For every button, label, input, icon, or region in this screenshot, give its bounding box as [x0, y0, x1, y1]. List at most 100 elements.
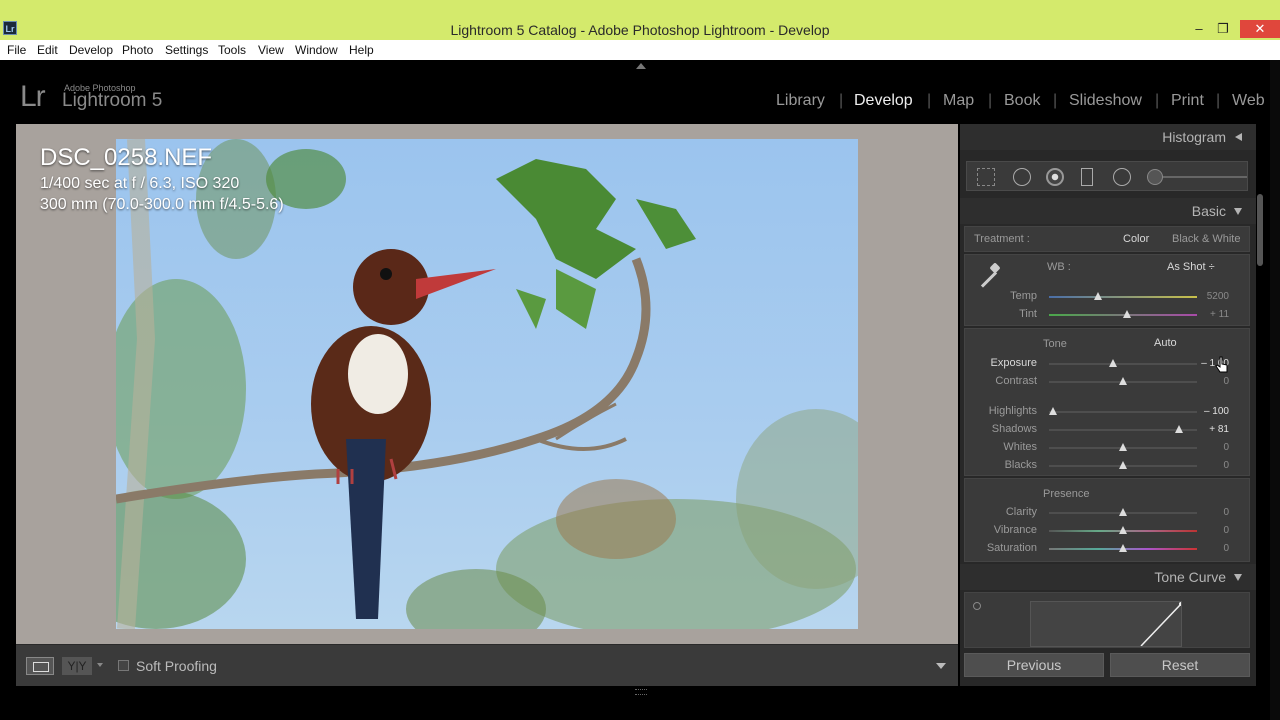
adjustment-brush-icon[interactable] [1147, 169, 1247, 185]
treatment-bw-button[interactable]: Black & White [1172, 233, 1240, 245]
treatment-color-button[interactable]: Color [1123, 233, 1149, 245]
menu-settings[interactable]: Settings [165, 43, 208, 57]
targeted-adjustment-icon[interactable] [973, 602, 981, 610]
presence-label: Presence [1043, 488, 1090, 500]
module-web[interactable]: Web [1232, 92, 1265, 110]
whites-slider-thumb[interactable] [1119, 443, 1127, 451]
whites-slider[interactable] [1049, 443, 1197, 451]
tone-curve-line [1140, 602, 1183, 647]
clarity-slider-thumb[interactable] [1119, 508, 1127, 516]
menu-photo[interactable]: Photo [122, 43, 153, 57]
highlights-slider[interactable] [1049, 407, 1197, 415]
soft-proofing-checkbox[interactable] [118, 660, 129, 671]
tint-value[interactable]: + 11 [1179, 309, 1229, 320]
module-print[interactable]: Print [1171, 92, 1204, 110]
panel-scrollbar[interactable] [1257, 194, 1263, 266]
reset-button[interactable]: Reset [1110, 653, 1250, 677]
tint-label: Tint [1019, 308, 1037, 320]
graduated-filter-icon[interactable] [1081, 168, 1093, 186]
basic-collapse-icon[interactable] [1234, 208, 1242, 215]
temp-slider-thumb[interactable] [1093, 292, 1102, 300]
restore-button[interactable]: ❐ [1206, 20, 1240, 38]
tint-slider[interactable] [1049, 310, 1197, 318]
window-titlebar: Lr Lightroom 5 Catalog - Adobe Photoshop… [0, 0, 1280, 40]
menu-edit[interactable]: Edit [37, 43, 58, 57]
vibrance-value[interactable]: 0 [1179, 525, 1229, 536]
before-after-dropdown-icon[interactable] [97, 663, 103, 667]
module-separator: | [927, 92, 932, 109]
module-map[interactable]: Map [943, 92, 974, 110]
highlights-label: Highlights [988, 405, 1037, 417]
close-button[interactable]: ✕ [1240, 20, 1280, 38]
module-slideshow[interactable]: Slideshow [1069, 92, 1142, 110]
highlights-value[interactable]: – 100 [1179, 406, 1229, 417]
photo-lens-info: 300 mm (70.0-300.0 mm f/4.5-5.6) [40, 196, 284, 213]
radial-filter-icon[interactable] [1113, 168, 1131, 186]
exposure-slider-thumb[interactable] [1108, 359, 1117, 367]
auto-tone-button[interactable]: Auto [1154, 337, 1177, 349]
contrast-slider-thumb[interactable] [1119, 377, 1127, 385]
basic-header[interactable]: Basic [960, 198, 1256, 224]
tone-section: Tone Auto Exposure – 1.00 Contrast 0 Hig… [964, 328, 1250, 476]
menu-view[interactable]: View [258, 43, 284, 57]
tint-slider-thumb[interactable] [1123, 310, 1132, 318]
menu-help[interactable]: Help [349, 43, 374, 57]
wb-preset-dropdown[interactable]: As Shot ÷ [1167, 261, 1215, 273]
shadows-slider[interactable] [1049, 425, 1197, 433]
spot-removal-icon[interactable] [1013, 168, 1031, 186]
tone-curve-header[interactable]: Tone Curve [960, 564, 1256, 590]
saturation-slider-thumb[interactable] [1119, 544, 1127, 552]
menu-file[interactable]: File [7, 43, 26, 57]
tool-strip [966, 161, 1248, 191]
module-book[interactable]: Book [1004, 92, 1040, 110]
vibrance-slider[interactable] [1049, 526, 1197, 534]
collapse-top-panel-icon[interactable] [636, 63, 646, 69]
temp-value[interactable]: 5200 [1179, 291, 1229, 302]
temp-label: Temp [1010, 290, 1037, 302]
clarity-slider[interactable] [1049, 508, 1197, 516]
clarity-value[interactable]: 0 [1179, 507, 1229, 518]
contrast-value[interactable]: 0 [1179, 376, 1229, 387]
saturation-slider[interactable] [1049, 544, 1197, 552]
bottom-toolbar: Y|Y Soft Proofing [16, 644, 958, 686]
tone-curve-graph[interactable] [1030, 601, 1183, 647]
blacks-slider-thumb[interactable] [1119, 461, 1127, 469]
exposure-slider[interactable] [1049, 359, 1197, 367]
previous-button[interactable]: Previous [964, 653, 1104, 677]
wb-eyedropper-icon[interactable] [975, 260, 1003, 288]
basic-title: Basic [1191, 203, 1226, 219]
logo-product: Lightroom 5 [62, 90, 163, 111]
toolbar-menu-icon[interactable] [936, 663, 946, 669]
before-after-button[interactable]: Y|Y [62, 657, 92, 675]
filmstrip-toggle-icon[interactable] [635, 689, 647, 695]
shadows-value[interactable]: + 81 [1179, 424, 1229, 435]
tone-curve-collapse-icon[interactable] [1234, 574, 1242, 581]
blacks-value[interactable]: 0 [1179, 460, 1229, 471]
histogram-collapse-icon[interactable] [1235, 133, 1242, 141]
temp-slider[interactable] [1049, 292, 1197, 300]
image-canvas[interactable]: DSC_0258.NEF 1/400 sec at f / 6.3, ISO 3… [16, 124, 958, 644]
vibrance-slider-thumb[interactable] [1119, 526, 1127, 534]
blacks-slider[interactable] [1049, 461, 1197, 469]
module-library[interactable]: Library [776, 92, 825, 110]
histogram-header[interactable]: Histogram [960, 124, 1256, 150]
module-develop[interactable]: Develop [854, 92, 913, 110]
whites-value[interactable]: 0 [1179, 442, 1229, 453]
highlights-slider-thumb[interactable] [1049, 407, 1058, 415]
red-eye-icon[interactable] [1046, 168, 1064, 186]
menu-window[interactable]: Window [295, 43, 338, 57]
tone-curve-title: Tone Curve [1154, 569, 1226, 585]
module-separator: | [1053, 92, 1058, 109]
clarity-label: Clarity [1005, 506, 1037, 518]
menu-develop[interactable]: Develop [69, 43, 113, 57]
saturation-value[interactable]: 0 [1179, 543, 1229, 554]
menu-tools[interactable]: Tools [218, 43, 246, 57]
loupe-view-button[interactable] [26, 657, 54, 675]
whites-label: Whites [1003, 441, 1037, 453]
shadows-label: Shadows [991, 423, 1037, 435]
contrast-slider[interactable] [1049, 377, 1197, 385]
saturation-label: Saturation [986, 542, 1037, 554]
crop-tool-icon[interactable] [977, 168, 995, 186]
contrast-label: Contrast [995, 375, 1037, 387]
exposure-label: Exposure [990, 357, 1037, 369]
